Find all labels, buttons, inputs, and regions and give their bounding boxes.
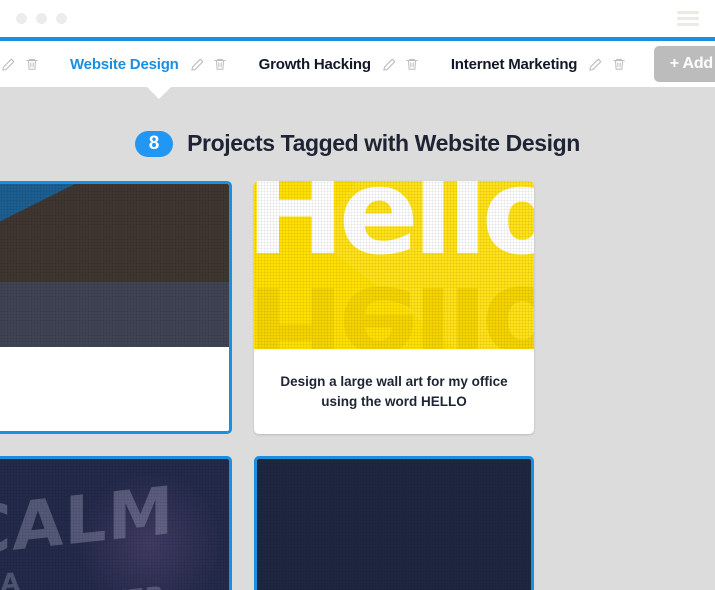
tag-tab-partial[interactable]: [0, 55, 70, 73]
trash-icon[interactable]: [212, 55, 229, 73]
tag-tab-growth-hacking[interactable]: Growth Hacking: [259, 55, 451, 73]
trash-icon[interactable]: [404, 55, 421, 73]
page-title-text: Projects Tagged with Website Design: [187, 130, 580, 156]
window-dot-minimize-icon[interactable]: [36, 13, 47, 24]
tag-tab-label: Website Design: [70, 55, 179, 73]
page-title: 8 Projects Tagged with Website Design: [0, 130, 715, 157]
project-card[interactable]: Hello Hello Design a large wall art for my…: [254, 181, 534, 434]
trash-icon[interactable]: [610, 55, 627, 73]
tag-tab-internet-marketing[interactable]: Internet Marketing: [451, 55, 657, 73]
project-count-badge: 8: [135, 130, 174, 157]
thumb-art-hello: Hello Hello: [254, 181, 534, 349]
hamburger-line-1: [677, 11, 699, 14]
tag-tab-label: Internet Marketing: [450, 55, 578, 73]
project-card[interactable]: hang: [0, 181, 232, 434]
thumb-art-navy: [257, 459, 531, 590]
hamburger-menu-icon[interactable]: [677, 11, 699, 26]
window-chrome: [0, 0, 715, 37]
project-card-thumbnail: Hello Hello: [254, 181, 534, 349]
project-card-thumbnail: CALMIS A SUPERPOWERIS A SUPERPOWER: [0, 459, 229, 590]
project-card[interactable]: CALMIS A SUPERPOWERIS A SUPERPOWERDesign…: [0, 456, 232, 590]
trash-icon[interactable]: [23, 55, 40, 73]
traffic-lights: [16, 13, 67, 24]
tag-tab-actions: [0, 55, 40, 73]
thumb-hello-word: Hello: [254, 181, 534, 281]
thumb-art-dark: hang: [0, 184, 229, 347]
hamburger-line-3: [677, 23, 699, 26]
hamburger-line-2: [677, 17, 699, 20]
project-card[interactable]: Wri: [254, 456, 534, 590]
tag-tab-actions: [189, 55, 229, 73]
project-card-thumbnail: hang: [0, 184, 229, 347]
active-tab-pointer: [147, 87, 171, 99]
pencil-icon[interactable]: [189, 55, 206, 73]
tag-tabbar: Website Design Growth Hacking Internet Mar…: [0, 41, 715, 87]
project-grid: hangHelloHelloDesign a large wall art fo…: [0, 181, 715, 590]
add-tag-button[interactable]: + Add: [653, 46, 715, 82]
tag-tab-website-design[interactable]: Website Design: [70, 55, 259, 73]
project-card-caption: Design a large wall art for my office us…: [254, 349, 534, 434]
tag-tab-actions: [381, 55, 421, 73]
window-dot-close-icon[interactable]: [16, 13, 27, 24]
project-card-caption: [0, 347, 229, 431]
tag-tab-actions: [587, 55, 627, 73]
thumb-hello-reflection: Hello: [254, 260, 534, 349]
pencil-icon[interactable]: [587, 55, 604, 73]
project-card-thumbnail: [257, 459, 531, 590]
window-dot-maximize-icon[interactable]: [56, 13, 67, 24]
thumb-art-calm: CALMIS A SUPERPOWERIS A SUPERPOWER: [0, 459, 229, 590]
app-root: Website Design Growth Hacking Internet Mar…: [0, 0, 715, 590]
pencil-icon[interactable]: [381, 55, 398, 73]
pencil-icon[interactable]: [0, 55, 17, 73]
tag-tab-label: Growth Hacking: [258, 55, 371, 73]
